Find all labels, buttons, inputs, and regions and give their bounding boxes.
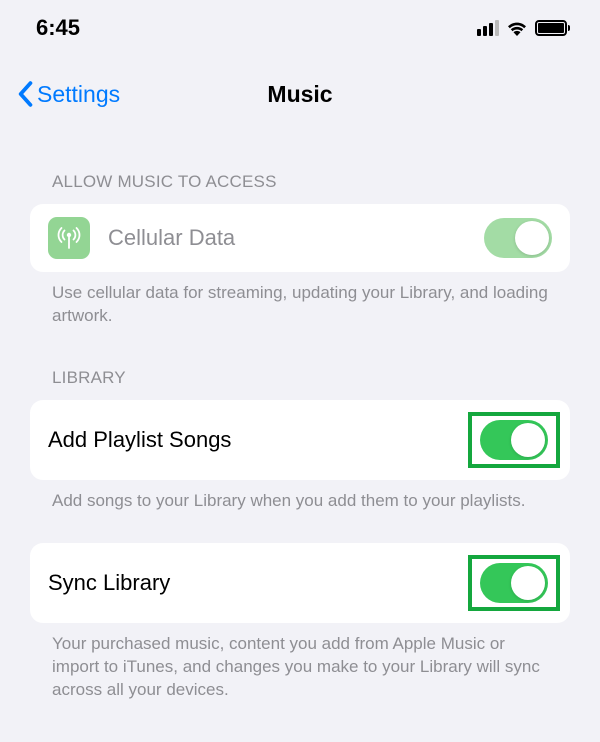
status-time: 6:45: [36, 15, 80, 41]
section-header-access: ALLOW MUSIC TO ACCESS: [30, 172, 570, 192]
back-label: Settings: [37, 81, 120, 108]
chevron-left-icon: [16, 81, 34, 107]
wifi-icon: [506, 20, 528, 36]
page-title: Music: [267, 81, 332, 108]
cellular-signal-icon: [477, 20, 499, 36]
section-header-library: LIBRARY: [30, 368, 570, 388]
sync-library-toggle[interactable]: [480, 563, 548, 603]
status-bar: 6:45: [0, 0, 600, 50]
cellular-data-footer: Use cellular data for streaming, updatin…: [30, 272, 570, 328]
battery-icon: [535, 20, 570, 36]
row-add-playlist-songs[interactable]: Add Playlist Songs: [30, 400, 570, 480]
add-playlist-songs-label: Add Playlist Songs: [48, 427, 450, 453]
section-library: LIBRARY Add Playlist Songs Add songs to …: [0, 368, 600, 702]
cellular-data-label: Cellular Data: [108, 225, 466, 251]
highlight-box-add-playlist: [468, 412, 560, 468]
row-sync-library[interactable]: Sync Library: [30, 543, 570, 623]
cellular-data-toggle[interactable]: [484, 218, 552, 258]
back-button[interactable]: Settings: [16, 81, 120, 108]
add-playlist-songs-toggle[interactable]: [480, 420, 548, 460]
cellular-antenna-icon: [48, 217, 90, 259]
add-playlist-songs-footer: Add songs to your Library when you add t…: [30, 480, 570, 513]
status-icons: [477, 20, 570, 36]
sync-library-footer: Your purchased music, content you add fr…: [30, 623, 570, 702]
nav-bar: Settings Music: [0, 50, 600, 122]
highlight-box-sync-library: [468, 555, 560, 611]
section-access: ALLOW MUSIC TO ACCESS Cellular Data Use …: [0, 172, 600, 328]
sync-library-label: Sync Library: [48, 570, 450, 596]
row-cellular-data[interactable]: Cellular Data: [30, 204, 570, 272]
